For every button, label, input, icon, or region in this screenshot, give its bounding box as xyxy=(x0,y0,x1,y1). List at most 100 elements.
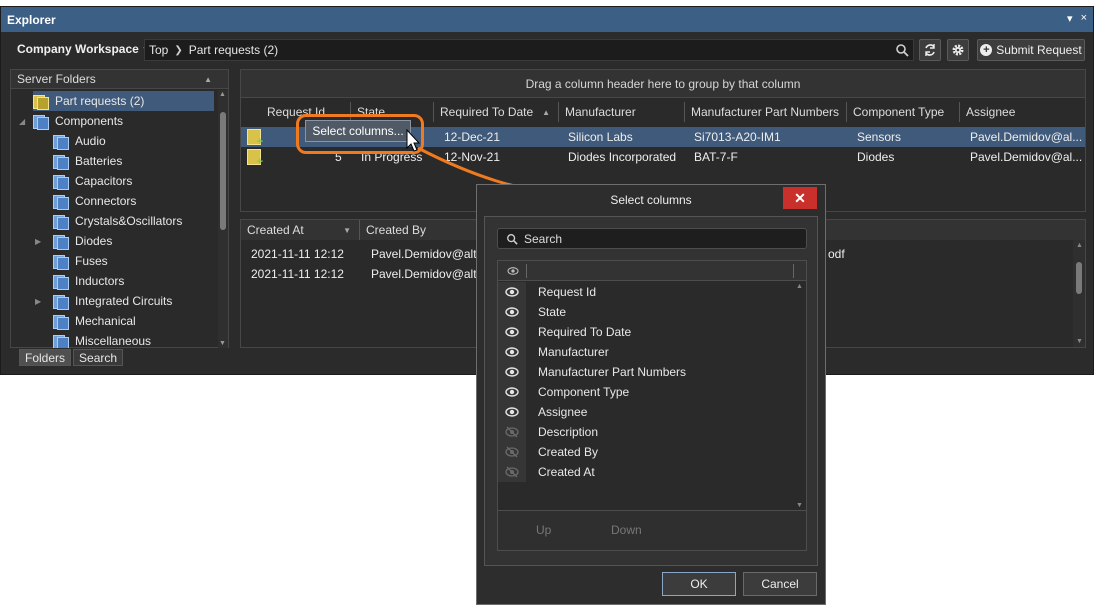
submit-request-label: Submit Request xyxy=(996,43,1082,57)
workspace-selector[interactable]: Company Workspace ▼ xyxy=(17,42,150,56)
scrollbar-thumb[interactable] xyxy=(1076,262,1082,294)
refresh-button[interactable] xyxy=(919,39,941,61)
tree-item-integrated-circuits[interactable]: ▶ Integrated Circuits xyxy=(35,291,172,311)
column-header-required-to-date[interactable]: Required To Date ▲ xyxy=(434,102,559,122)
collapsed-icon[interactable]: ▶ xyxy=(35,237,41,246)
column-option-label: Component Type xyxy=(538,385,630,399)
column-option[interactable]: State xyxy=(498,302,793,322)
visibility-header-icon[interactable] xyxy=(507,266,519,276)
sort-up-icon[interactable]: ▲ xyxy=(204,75,212,84)
eye-hidden-icon[interactable] xyxy=(505,426,519,438)
submit-request-button[interactable]: + Submit Request xyxy=(977,39,1085,61)
tree-item-label: Connectors xyxy=(75,194,137,208)
tab-search[interactable]: Search xyxy=(73,349,124,366)
select-columns-menu-item[interactable]: Select columns... xyxy=(305,120,411,142)
column-header-manufacturer[interactable]: Manufacturer xyxy=(559,102,685,122)
group-by-hint[interactable]: Drag a column header here to group by th… xyxy=(241,70,1085,98)
tab-folders[interactable]: Folders xyxy=(19,349,72,366)
tree-item-miscellaneous[interactable]: Miscellaneous xyxy=(53,331,151,348)
scroll-down-icon[interactable]: ▼ xyxy=(1076,338,1083,345)
explorer-titlebar: Explorer ▾ × xyxy=(1,7,1093,32)
chevron-right-icon: ❯ xyxy=(174,44,183,56)
tree-item-batteries[interactable]: Batteries xyxy=(53,151,122,171)
tree-item-crystals[interactable]: Crystals&Oscillators xyxy=(53,211,182,231)
eye-icon[interactable] xyxy=(505,366,519,378)
folder-tree-scrollbar[interactable]: ▲ ▼ xyxy=(218,90,228,348)
tree-item-label: Components xyxy=(55,114,124,128)
tree-item-audio[interactable]: Audio xyxy=(53,131,106,151)
tree-item-mechanical[interactable]: Mechanical xyxy=(53,311,136,331)
details-scrollbar[interactable]: ▲ ▼ xyxy=(1073,240,1085,347)
dialog-content-frame: Search Request Id State Required To Date Ma… xyxy=(484,216,818,566)
eye-icon[interactable] xyxy=(505,306,519,318)
folder-icon xyxy=(53,254,69,270)
tree-item-label: Inductors xyxy=(75,274,125,288)
context-menu-highlight: Select columns... xyxy=(296,114,424,154)
cancel-button[interactable]: Cancel xyxy=(743,572,817,596)
ok-button[interactable]: OK xyxy=(662,572,736,596)
collapsed-icon[interactable]: ▶ xyxy=(35,297,41,306)
column-option[interactable]: Component Type xyxy=(498,382,793,402)
dialog-close-button[interactable]: ✕ xyxy=(783,187,817,209)
tree-item-components[interactable]: ◢ Components xyxy=(19,111,124,131)
tree-item-fuses[interactable]: Fuses xyxy=(53,251,108,271)
column-option[interactable]: Manufacturer Part Numbers xyxy=(498,362,793,382)
column-option-label: Description xyxy=(538,425,599,439)
breadcrumb-current[interactable]: Part requests (2) xyxy=(189,43,278,57)
column-header-label: Required To Date xyxy=(440,105,534,119)
eye-icon[interactable] xyxy=(505,406,519,418)
cell-manufacturer: Silicon Labs xyxy=(568,130,633,144)
cell-assignee: Pavel.Demidov@al... xyxy=(970,150,1083,164)
scroll-up-icon[interactable]: ▲ xyxy=(219,91,226,98)
panel-menu-icon[interactable]: ▾ xyxy=(1067,12,1073,25)
folder-icon xyxy=(33,114,49,130)
tree-item-connectors[interactable]: Connectors xyxy=(53,191,136,211)
column-option[interactable]: Created By xyxy=(498,442,793,462)
column-header-mpn[interactable]: Manufacturer Part Numbers xyxy=(685,102,847,122)
tree-item-label: Audio xyxy=(75,134,106,148)
column-option[interactable]: Required To Date xyxy=(498,322,793,342)
search-icon[interactable] xyxy=(895,43,909,57)
eye-hidden-icon[interactable] xyxy=(505,466,519,478)
cell-component-type: Diodes xyxy=(857,150,895,164)
close-panel-icon[interactable]: × xyxy=(1081,12,1087,25)
column-search-input[interactable]: Search xyxy=(497,228,807,249)
eye-icon[interactable] xyxy=(505,386,519,398)
column-option[interactable]: Request Id xyxy=(498,282,793,302)
column-option[interactable]: Created At xyxy=(498,462,793,482)
column-list-scrollbar[interactable]: ▲ ▼ xyxy=(794,281,806,511)
scroll-down-icon[interactable]: ▼ xyxy=(796,502,803,509)
tree-item-part-requests[interactable]: Part requests (2) xyxy=(33,91,214,111)
eye-icon[interactable] xyxy=(505,326,519,338)
eye-hidden-icon[interactable] xyxy=(505,446,519,458)
column-header-created-at[interactable]: Created At ▼ xyxy=(241,220,360,240)
move-up-button[interactable]: Up xyxy=(536,523,551,537)
settings-button[interactable] xyxy=(947,39,969,61)
column-header-assignee[interactable]: Assignee xyxy=(960,102,1085,122)
column-option[interactable]: Assignee xyxy=(498,402,793,422)
explorer-title: Explorer xyxy=(7,12,56,27)
cell-created-by: Pavel.Demidov@alt... xyxy=(371,247,487,261)
column-option[interactable]: Description xyxy=(498,422,793,442)
scroll-up-icon[interactable]: ▲ xyxy=(1076,242,1083,249)
part-request-icon xyxy=(247,149,263,168)
tree-item-inductors[interactable]: Inductors xyxy=(53,271,124,291)
move-down-button[interactable]: Down xyxy=(611,523,642,537)
scroll-up-icon[interactable]: ▲ xyxy=(796,283,803,290)
column-header-component-type[interactable]: Component Type xyxy=(847,102,960,122)
sort-up-icon: ▲ xyxy=(542,107,550,117)
scroll-down-icon[interactable]: ▼ xyxy=(219,340,226,347)
column-header-created-by[interactable]: Created By xyxy=(360,220,480,240)
column-option[interactable]: Manufacturer xyxy=(498,342,793,362)
breadcrumb-top[interactable]: Top xyxy=(149,43,168,57)
breadcrumb[interactable]: Top ❯ Part requests (2) xyxy=(144,39,914,61)
eye-icon[interactable] xyxy=(505,286,519,298)
folder-icon xyxy=(53,174,69,190)
eye-icon[interactable] xyxy=(505,346,519,358)
column-option-label: Manufacturer xyxy=(538,345,609,359)
tree-item-capacitors[interactable]: Capacitors xyxy=(53,171,132,191)
scrollbar-thumb[interactable] xyxy=(220,112,226,230)
folder-icon xyxy=(53,274,69,290)
expanded-icon[interactable]: ◢ xyxy=(19,117,25,126)
tree-item-diodes[interactable]: ▶ Diodes xyxy=(35,231,112,251)
